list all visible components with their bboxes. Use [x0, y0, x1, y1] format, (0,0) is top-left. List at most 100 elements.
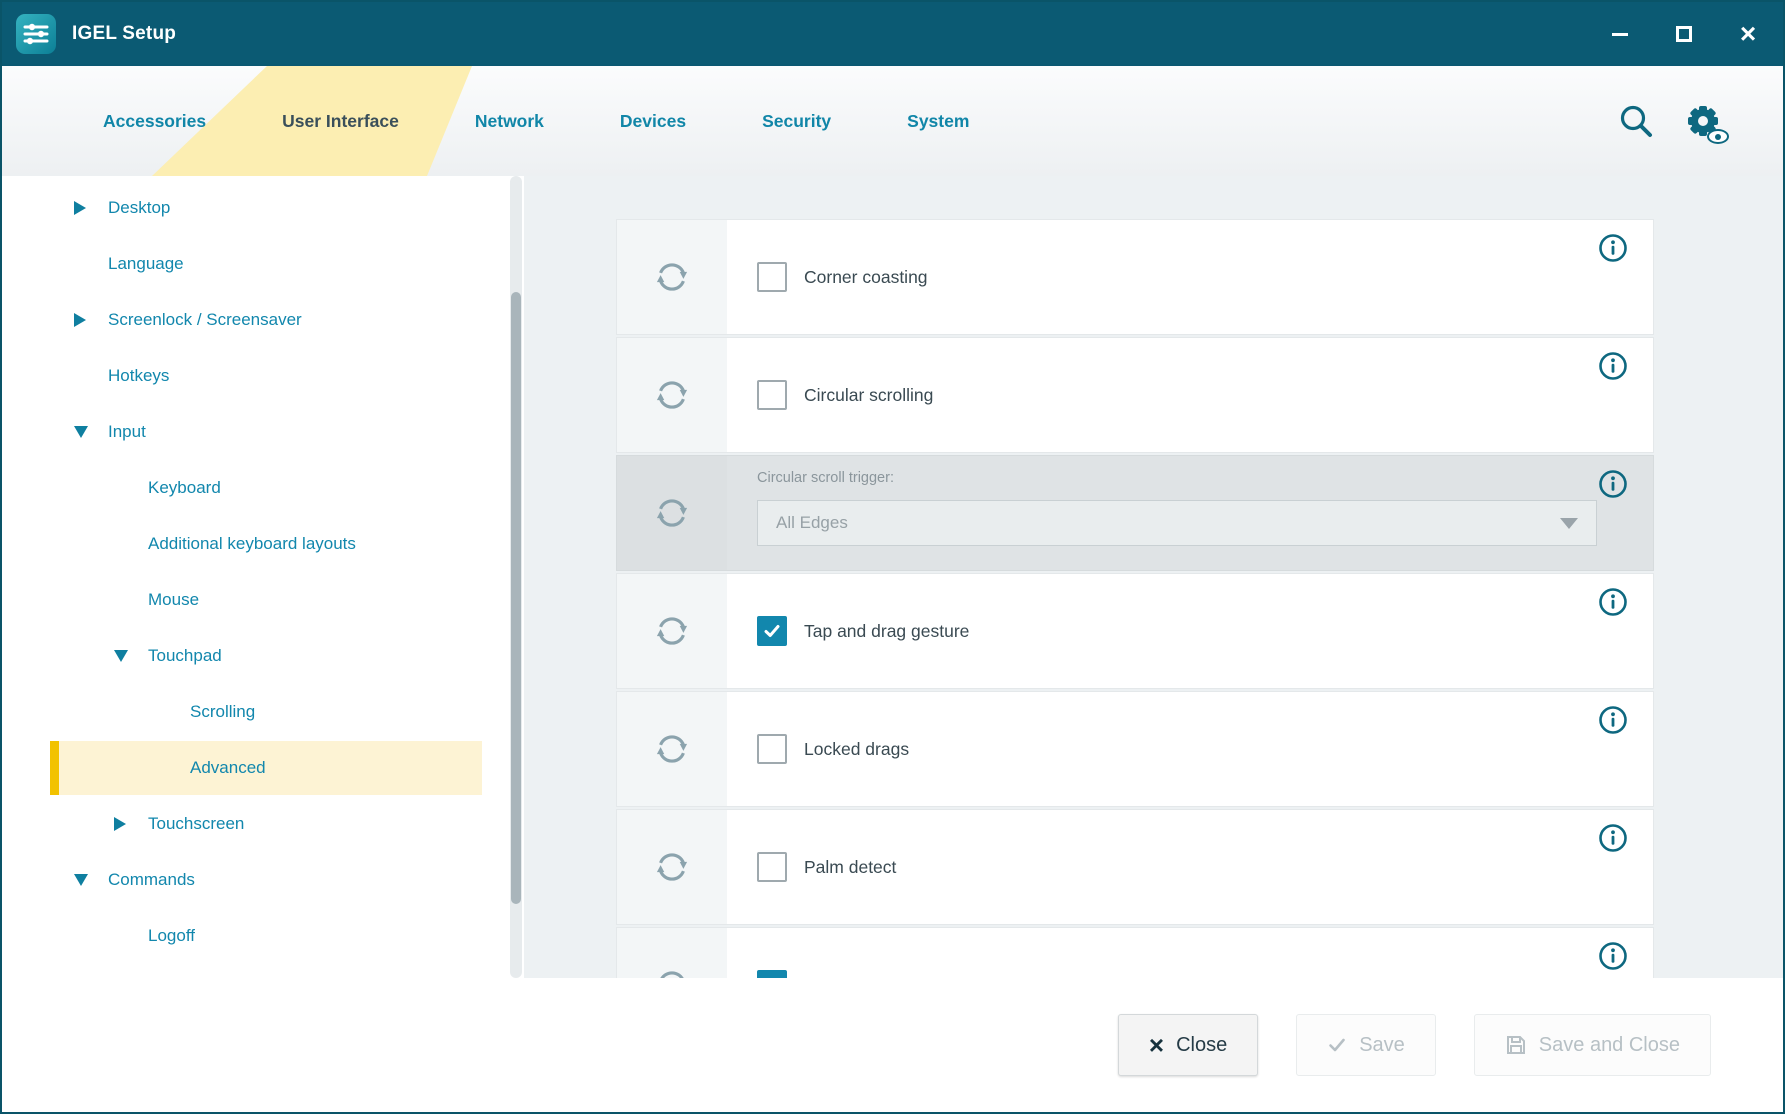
- info-icon[interactable]: [1598, 233, 1628, 263]
- sidebar-item-label: Advanced: [190, 758, 266, 778]
- gear-eye-icon: [1683, 101, 1723, 141]
- tap-and-drag-gesture-checkbox[interactable]: [757, 616, 787, 646]
- tab-devices[interactable]: Devices: [594, 66, 712, 176]
- close-button-label: Close: [1176, 1034, 1227, 1057]
- app-title: IGEL Setup: [72, 23, 176, 45]
- sidebar-item-label: Screenlock / Screensaver: [108, 310, 302, 330]
- reset-icon[interactable]: [653, 730, 691, 768]
- footer-bar: × Close Save Save and Close: [2, 978, 1783, 1112]
- info-icon[interactable]: [1598, 823, 1628, 853]
- reset-icon[interactable]: [653, 612, 691, 650]
- tab-bar: Accessories User Interface Network Devic…: [2, 66, 1783, 176]
- close-icon: ×: [1740, 20, 1756, 48]
- setup-visibility-button[interactable]: [1683, 101, 1723, 141]
- sidebar-item-label: Scrolling: [190, 702, 255, 722]
- sidebar-item-label: Touchpad: [148, 646, 222, 666]
- info-icon[interactable]: [1598, 941, 1628, 971]
- setting-cell: Corner coasting: [727, 220, 1653, 334]
- tab-accessories[interactable]: Accessories: [77, 66, 232, 176]
- sidebar-item-logoff[interactable]: Logoff: [2, 908, 508, 964]
- reset-icon[interactable]: [653, 376, 691, 414]
- sidebar-item-additional-keyboard-layouts[interactable]: Additional keyboard layouts: [2, 516, 508, 572]
- app-logo-icon: [16, 14, 56, 54]
- save-and-close-button-label: Save and Close: [1539, 1034, 1680, 1057]
- info-icon[interactable]: [1598, 705, 1628, 735]
- info-icon[interactable]: [1598, 469, 1628, 499]
- clipped-checkbox[interactable]: [757, 970, 787, 978]
- reset-icon[interactable]: [653, 258, 691, 296]
- circular-scroll-trigger-select[interactable]: All Edges: [757, 500, 1597, 546]
- chevron-down-icon[interactable]: [74, 874, 100, 886]
- sidebar-item-label: Desktop: [108, 198, 170, 218]
- sidebar-item-label: Mouse: [148, 590, 199, 610]
- sidebar-item-touchpad[interactable]: Touchpad: [2, 628, 508, 684]
- sidebar-scrollbar[interactable]: [510, 176, 522, 978]
- select-label: Circular scroll trigger:: [757, 470, 894, 486]
- tab-actions: [1617, 66, 1723, 176]
- sidebar-item-screenlock-screensaver[interactable]: Screenlock / Screensaver: [2, 292, 508, 348]
- info-icon[interactable]: [1598, 351, 1628, 381]
- sidebar-item-language[interactable]: Language: [2, 236, 508, 292]
- info-icon[interactable]: [1598, 587, 1628, 617]
- close-x-icon: ×: [1149, 1032, 1164, 1058]
- chevron-down-icon: [1560, 518, 1578, 529]
- reset-cell: [617, 456, 727, 570]
- reset-icon[interactable]: [653, 494, 691, 532]
- minimize-icon: [1612, 33, 1628, 36]
- maximize-button[interactable]: [1667, 19, 1701, 49]
- sidebar-item-mouse[interactable]: Mouse: [2, 572, 508, 628]
- sidebar-item-keyboard[interactable]: Keyboard: [2, 460, 508, 516]
- reset-icon[interactable]: [653, 848, 691, 886]
- sidebar-item-commands[interactable]: Commands: [2, 852, 508, 908]
- sidebar-item-scrolling[interactable]: Scrolling: [2, 684, 508, 740]
- sidebar-item-touchscreen[interactable]: Touchscreen: [2, 796, 508, 852]
- sidebar-item-advanced[interactable]: Advanced: [2, 740, 508, 796]
- sidebar-item-label: Hotkeys: [108, 366, 169, 386]
- igel-setup-window: IGEL Setup × Accessories User Interface …: [0, 0, 1785, 1114]
- reset-cell: [617, 220, 727, 334]
- scrollbar-thumb[interactable]: [511, 292, 521, 904]
- setting-cell: Tap and drag gesture: [727, 574, 1653, 688]
- sidebar-item-input[interactable]: Input: [2, 404, 508, 460]
- setting-cell: Circular scroll trigger: All Edges: [727, 456, 1653, 570]
- chevron-down-icon[interactable]: [74, 426, 100, 438]
- search-button[interactable]: [1617, 102, 1655, 140]
- chevron-down-icon[interactable]: [114, 650, 140, 662]
- reset-cell: [617, 928, 727, 978]
- close-button[interactable]: × Close: [1118, 1014, 1258, 1076]
- reset-icon[interactable]: [653, 966, 691, 978]
- reset-cell: [617, 574, 727, 688]
- chevron-right-icon[interactable]: [74, 201, 100, 215]
- tab-security[interactable]: Security: [736, 66, 857, 176]
- maximize-icon: [1676, 26, 1692, 42]
- setting-label: Circular scrolling: [804, 385, 933, 406]
- window-controls: ×: [1603, 19, 1765, 49]
- corner-coasting-checkbox[interactable]: [757, 262, 787, 292]
- setting-label: Locked drags: [804, 739, 909, 760]
- check-icon: [1327, 1035, 1347, 1055]
- sidebar-item-label: Additional keyboard layouts: [148, 534, 356, 554]
- check-icon: [762, 621, 782, 641]
- navigation-tree: Desktop Language Screenlock / Screensave…: [2, 180, 508, 964]
- chevron-right-icon[interactable]: [74, 313, 100, 327]
- setting-label: Palm detect: [804, 857, 896, 878]
- tab-network[interactable]: Network: [449, 66, 570, 176]
- chevron-right-icon[interactable]: [114, 817, 140, 831]
- circular-scrolling-checkbox[interactable]: [757, 380, 787, 410]
- locked-drags-checkbox[interactable]: [757, 734, 787, 764]
- floppy-disk-icon: [1505, 1034, 1527, 1056]
- minimize-button[interactable]: [1603, 19, 1637, 49]
- setting-label: Tap and drag gesture: [804, 621, 969, 642]
- sidebar-item-hotkeys[interactable]: Hotkeys: [2, 348, 508, 404]
- sidebar-item-label: Input: [108, 422, 146, 442]
- reset-cell: [617, 810, 727, 924]
- tab-system[interactable]: System: [881, 66, 995, 176]
- save-button[interactable]: Save: [1296, 1014, 1436, 1076]
- setting-row-corner-coasting: Corner coasting: [617, 220, 1653, 334]
- save-and-close-button[interactable]: Save and Close: [1474, 1014, 1711, 1076]
- close-window-button[interactable]: ×: [1731, 19, 1765, 49]
- tab-user-interface[interactable]: User Interface: [256, 66, 425, 176]
- sidebar-item-label: Language: [108, 254, 184, 274]
- palm-detect-checkbox[interactable]: [757, 852, 787, 882]
- sidebar-item-desktop[interactable]: Desktop: [2, 180, 508, 236]
